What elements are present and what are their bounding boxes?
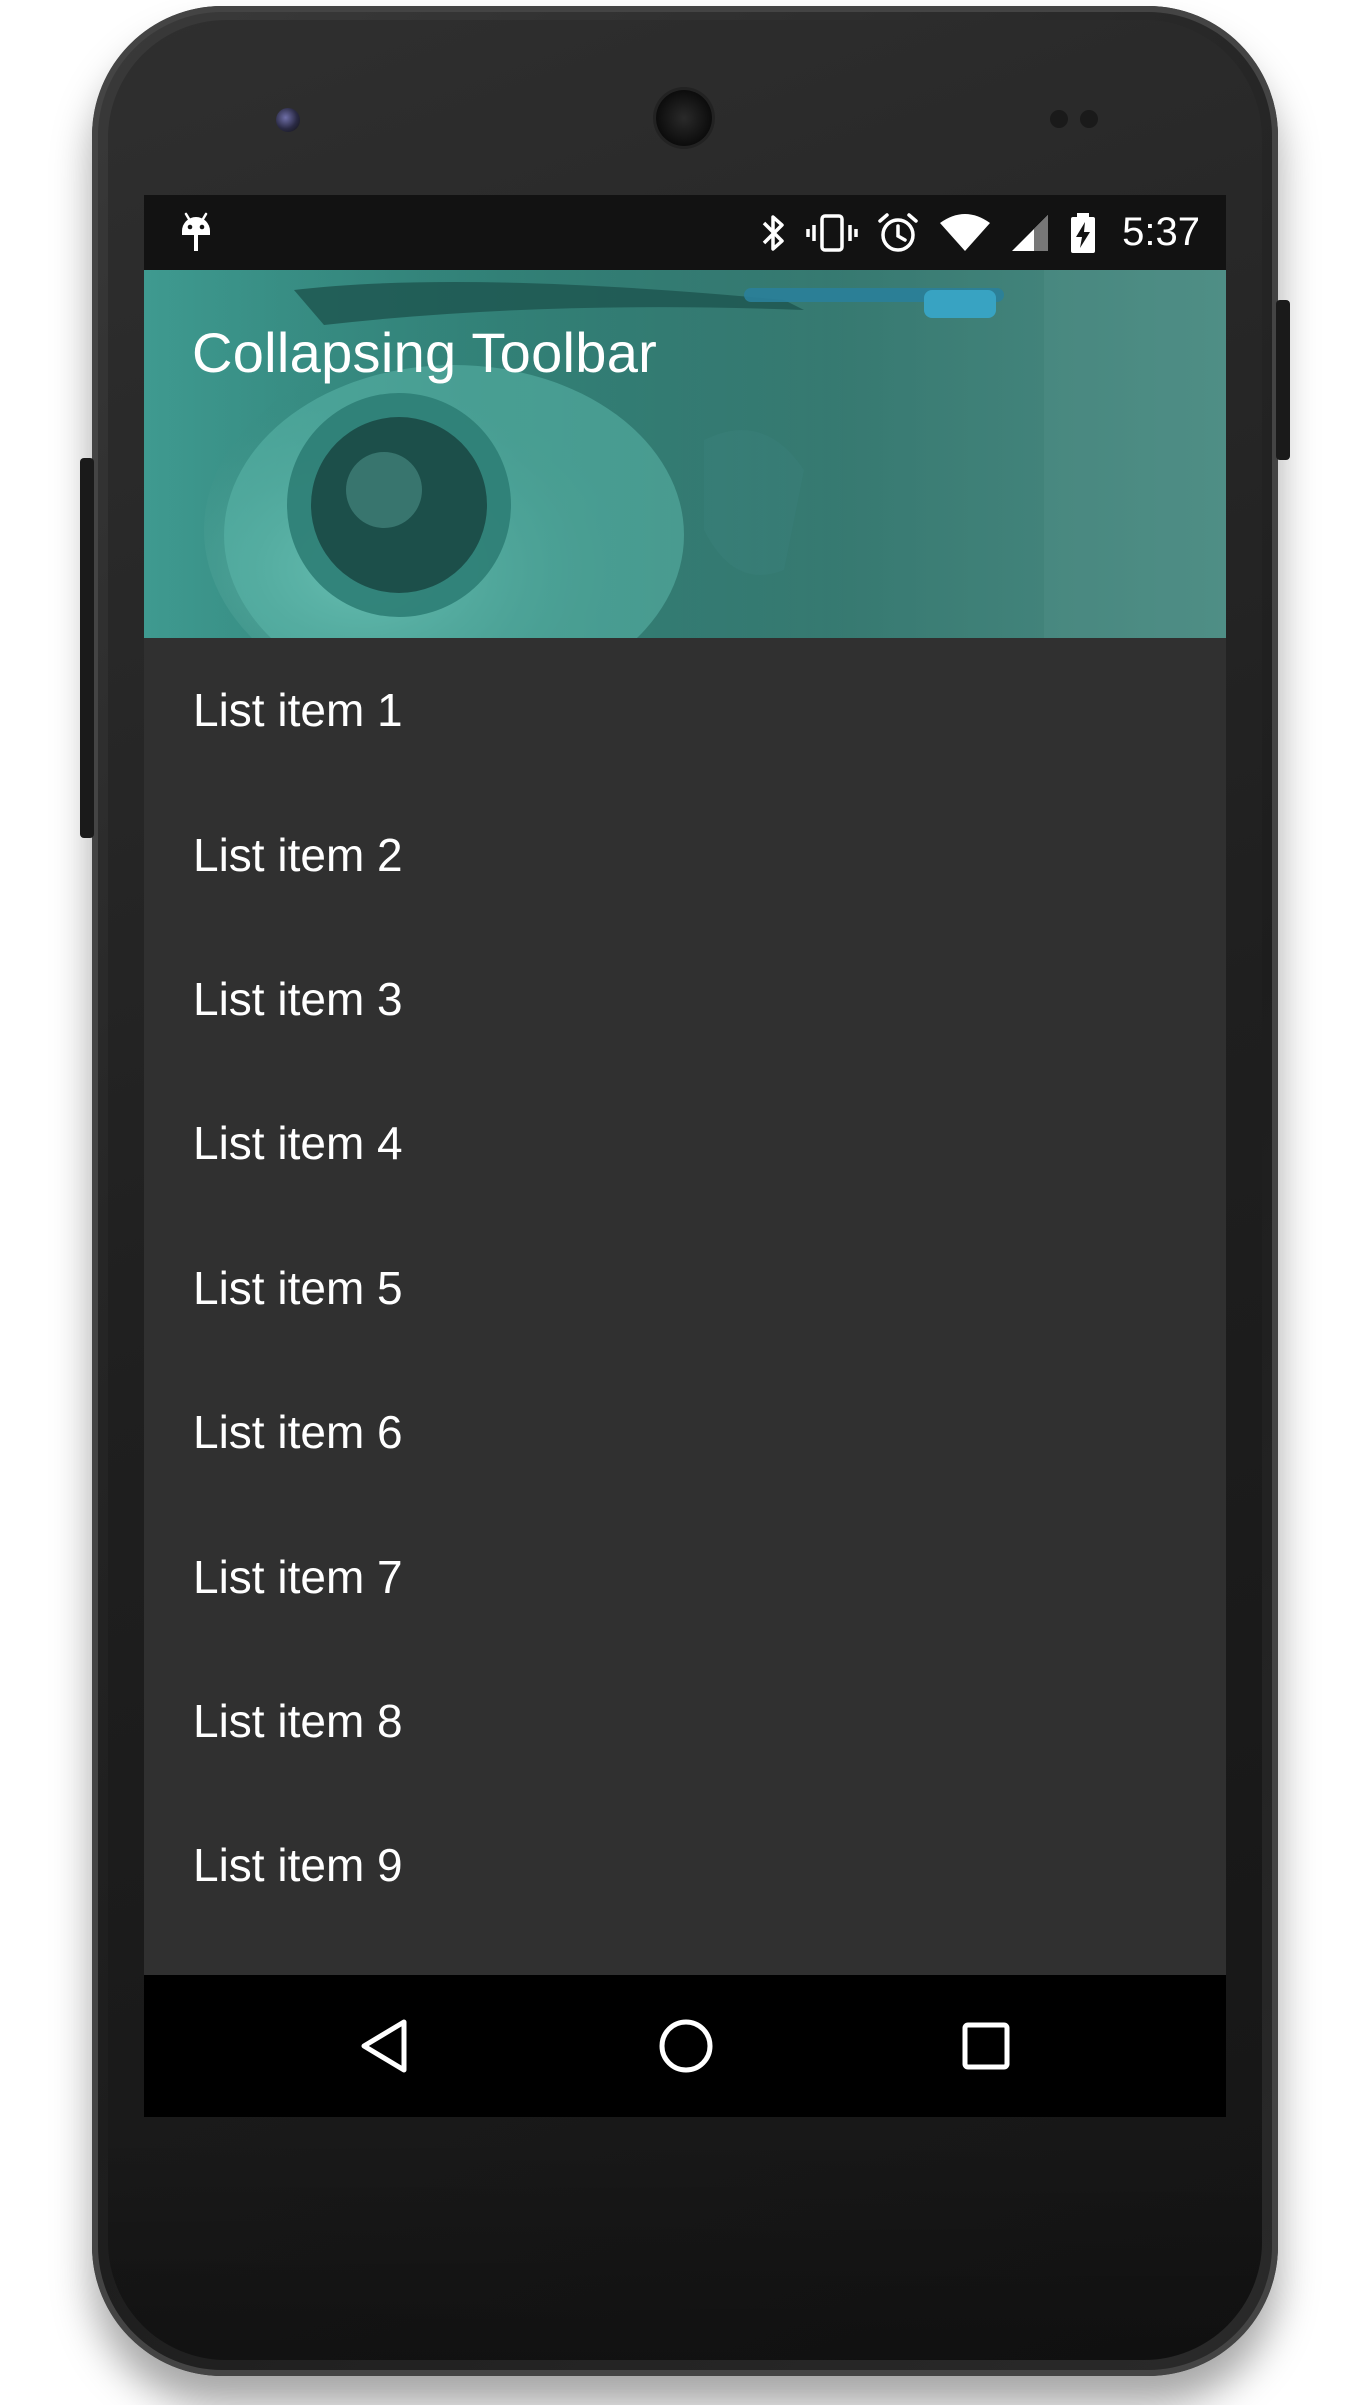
list-item[interactable]: List item 7 (144, 1504, 1226, 1648)
device-frame: 5:37 Collapsing Toolbar List item 1 List… (0, 0, 1370, 2405)
list-item[interactable]: List item 9 (144, 1793, 1226, 1937)
item-list: List item 1 List item 2 List item 3 List… (144, 638, 1226, 1938)
list-item-label: List item 3 (193, 972, 403, 1025)
front-camera (276, 108, 300, 132)
home-icon (659, 2019, 713, 2073)
list-item[interactable]: List item 5 (144, 1216, 1226, 1360)
navigation-bar (144, 1975, 1226, 2117)
wifi-icon (940, 213, 991, 251)
bluetooth-icon (762, 214, 784, 251)
list-item-label: List item 7 (193, 1550, 403, 1603)
vibrate-icon (806, 213, 858, 252)
list-item-label: List item 8 (193, 1694, 403, 1747)
list-item-label: List item 5 (193, 1261, 403, 1314)
list-item[interactable]: List item 1 (144, 638, 1226, 782)
cell-signal-icon (1012, 214, 1049, 251)
list-item-label: List item 1 (193, 684, 403, 737)
list-item-label: List item 9 (193, 1839, 403, 1892)
recents-icon (962, 2022, 1010, 2070)
proximity-sensor (1050, 110, 1068, 128)
list-item-label: List item 6 (193, 1406, 403, 1459)
status-bar: 5:37 (144, 195, 1226, 270)
power-button (1276, 300, 1290, 460)
back-icon (361, 2019, 407, 2073)
list-item[interactable]: List item 3 (144, 927, 1226, 1071)
list-item[interactable]: List item 8 (144, 1649, 1226, 1793)
battery-charging-icon (1071, 212, 1096, 253)
recents-button[interactable] (941, 2001, 1031, 2091)
back-button[interactable] (341, 2001, 431, 2091)
android-debug-icon (182, 212, 210, 251)
toolbar-title: Collapsing Toolbar (192, 321, 658, 384)
list-item[interactable]: List item 6 (144, 1360, 1226, 1504)
light-sensor (1080, 110, 1098, 128)
alarm-icon (878, 212, 918, 252)
list-item[interactable]: List item 2 (144, 782, 1226, 926)
phone-chin (108, 2130, 1262, 2360)
list-item-label: List item 2 (193, 828, 403, 881)
list-item-label: List item 4 (193, 1117, 403, 1170)
status-clock: 5:37 (1122, 210, 1200, 254)
list-item[interactable]: List item 4 (144, 1071, 1226, 1215)
screen: 5:37 Collapsing Toolbar List item 1 List… (144, 195, 1226, 2117)
volume-button (80, 458, 94, 838)
collapsing-toolbar: Collapsing Toolbar (144, 270, 1226, 638)
earpiece-speaker (656, 90, 712, 146)
home-button[interactable] (641, 2001, 731, 2091)
